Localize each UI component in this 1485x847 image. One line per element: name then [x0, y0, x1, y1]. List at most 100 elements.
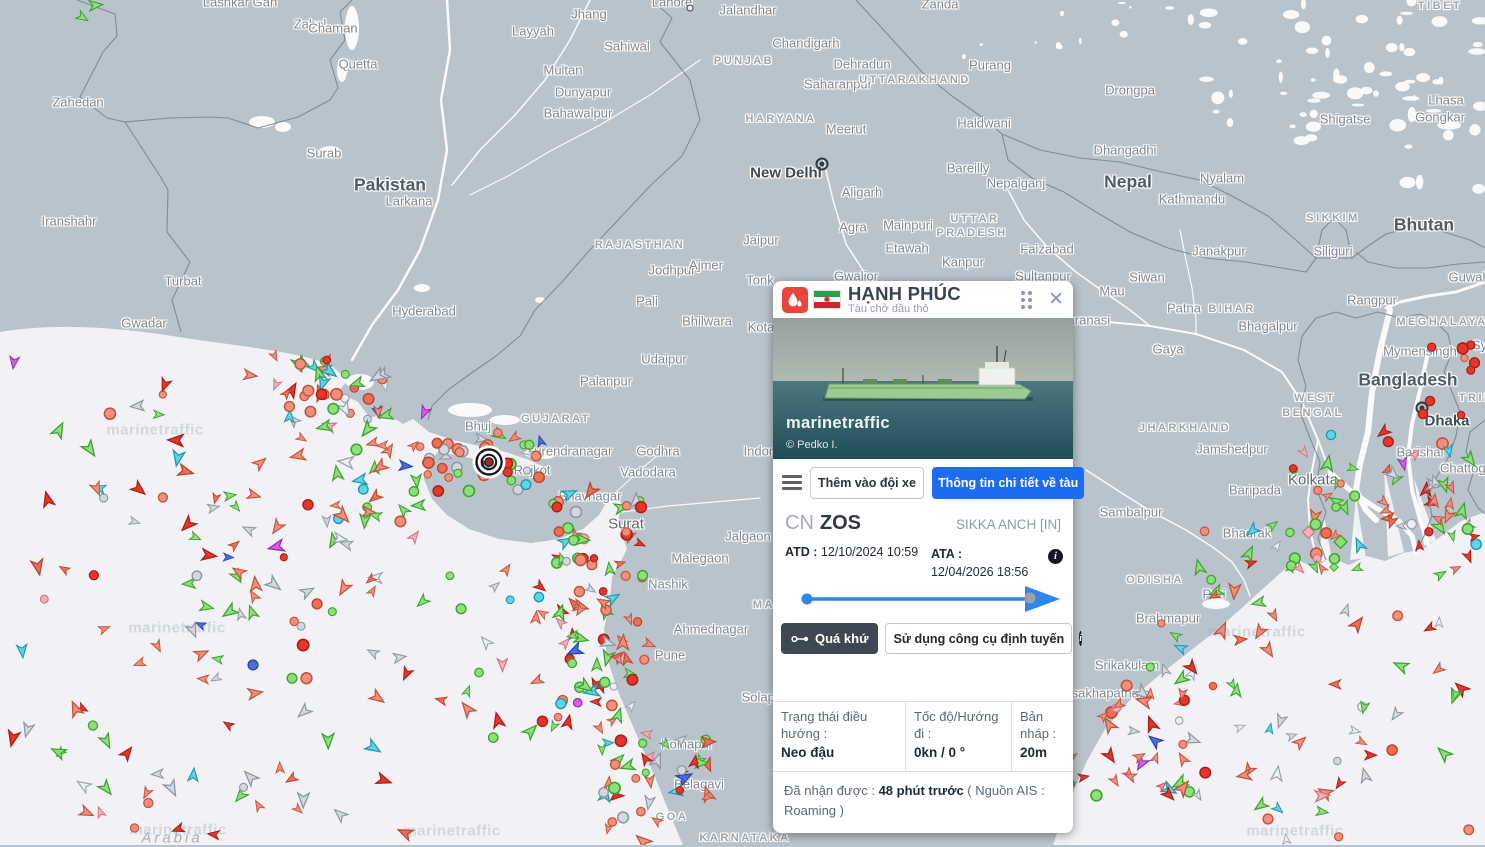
vessel-marker[interactable] [244, 369, 258, 381]
vessel-marker[interactable] [1349, 614, 1367, 632]
vessel-marker[interactable] [1263, 814, 1273, 824]
close-icon[interactable]: ✕ [1048, 290, 1064, 309]
vessel-marker[interactable] [202, 549, 218, 562]
vessel-marker[interactable] [76, 11, 91, 25]
vessel-marker[interactable] [230, 501, 243, 514]
vessel-marker[interactable] [1272, 802, 1286, 816]
vessel-marker[interactable] [1463, 550, 1475, 564]
vessel-marker[interactable] [1407, 519, 1417, 529]
vessel-marker[interactable] [40, 491, 54, 508]
vessel-marker[interactable] [590, 697, 601, 706]
vessel-marker[interactable] [618, 812, 629, 823]
vessel-marker[interactable] [1415, 540, 1423, 550]
info-icon[interactable]: i [1079, 631, 1082, 646]
vessel-marker[interactable] [1461, 354, 1468, 361]
vessel-marker[interactable] [81, 440, 99, 459]
vessel-marker[interactable] [144, 798, 153, 807]
vessel-marker[interactable] [621, 571, 630, 580]
vessel-marker[interactable] [627, 675, 637, 685]
vessel-marker[interactable] [1175, 751, 1189, 766]
vessel-marker[interactable] [98, 623, 111, 634]
vessel-marker[interactable] [1347, 463, 1359, 473]
vessel-marker[interactable] [359, 485, 369, 495]
vessel-marker[interactable] [1388, 707, 1403, 722]
vessel-marker[interactable] [303, 500, 313, 510]
vessel-marker[interactable] [1329, 554, 1339, 564]
vessel-marker[interactable] [1234, 634, 1247, 645]
vessel-marker[interactable] [640, 655, 649, 664]
vessel-marker[interactable] [119, 744, 135, 761]
vessel-marker[interactable] [328, 608, 336, 616]
vessel-marker[interactable] [89, 0, 103, 11]
vessel-marker[interactable] [438, 463, 447, 472]
vessel-marker[interactable] [615, 558, 627, 568]
vessel-marker[interactable] [99, 733, 115, 750]
vessel-marker[interactable] [164, 780, 181, 799]
vessel-marker[interactable] [287, 673, 297, 683]
vessel-marker[interactable] [395, 502, 410, 518]
vessel-marker[interactable] [301, 673, 312, 684]
vessel-marker[interactable] [637, 807, 646, 816]
vessel-marker[interactable] [1271, 539, 1284, 552]
vessel-marker[interactable] [1179, 740, 1187, 748]
vessel-marker[interactable] [537, 716, 547, 726]
vessel-marker[interactable] [358, 421, 377, 440]
vessel-marker[interactable] [636, 502, 647, 513]
vessel-marker[interactable] [1422, 622, 1436, 635]
vessel-marker[interactable] [351, 444, 362, 455]
vessel-marker[interactable] [563, 557, 571, 565]
vessel-marker[interactable] [131, 481, 149, 498]
vessel-marker[interactable] [249, 576, 262, 591]
vessel-marker[interactable] [396, 825, 413, 841]
vessel-marker[interactable] [500, 562, 513, 576]
info-icon[interactable]: i [1048, 549, 1063, 564]
vessel-marker[interactable] [650, 814, 663, 827]
vessel-marker[interactable] [525, 440, 534, 449]
vessel-marker[interactable] [159, 391, 166, 398]
vessel-marker[interactable] [365, 437, 378, 449]
vessel-marker[interactable] [433, 486, 443, 496]
vessel-marker[interactable] [248, 687, 263, 700]
vessel-marker[interactable] [1462, 451, 1479, 469]
vessel-marker[interactable] [416, 443, 424, 451]
vessel-marker[interactable] [297, 622, 305, 630]
vessel-marker[interactable] [574, 587, 584, 597]
vessel-marker[interactable] [590, 555, 597, 562]
vessel-marker[interactable] [507, 431, 521, 445]
vessel-marker[interactable] [171, 823, 185, 835]
vessel-marker[interactable] [252, 799, 264, 812]
vessel-marker[interactable] [622, 528, 630, 536]
vessel-marker[interactable] [1172, 671, 1190, 688]
vessel-marker[interactable] [1471, 539, 1481, 549]
vessel-marker[interactable] [1265, 723, 1274, 734]
vessel-marker[interactable] [130, 824, 138, 832]
vessel-marker[interactable] [599, 588, 607, 596]
vessel-marker[interactable] [1143, 715, 1159, 733]
vessel-marker[interactable] [1271, 765, 1284, 781]
past-track-button[interactable]: Quá khứ [781, 623, 878, 654]
vessel-marker[interactable] [200, 601, 215, 614]
vessel-marker[interactable] [677, 766, 686, 775]
vessel-marker[interactable] [535, 435, 546, 447]
vessel-marker[interactable] [341, 370, 349, 378]
vessel-marker[interactable] [194, 646, 211, 661]
vessel-marker[interactable] [1457, 343, 1468, 354]
vessel-marker[interactable] [1356, 736, 1369, 748]
vessel-marker[interactable] [365, 739, 384, 757]
vessel-marker[interactable] [409, 487, 418, 496]
vessel-marker[interactable] [312, 599, 322, 609]
vessel-marker[interactable] [568, 659, 577, 668]
vessel-marker[interactable] [1425, 528, 1433, 536]
vessel-marker[interactable] [1467, 366, 1475, 374]
vessel-marker[interactable] [322, 516, 331, 527]
vessel-marker[interactable] [632, 774, 640, 782]
vessel-marker[interactable] [1282, 833, 1291, 844]
vessel-marker[interactable] [1274, 714, 1288, 729]
vessel-marker[interactable] [49, 744, 66, 760]
vessel-marker[interactable] [456, 604, 466, 614]
vessel-marker[interactable] [75, 777, 92, 793]
vessel-marker[interactable] [489, 580, 502, 592]
vessel-marker[interactable] [189, 532, 202, 544]
vessel-marker[interactable] [1289, 465, 1296, 472]
vessel-marker[interactable] [323, 356, 331, 364]
